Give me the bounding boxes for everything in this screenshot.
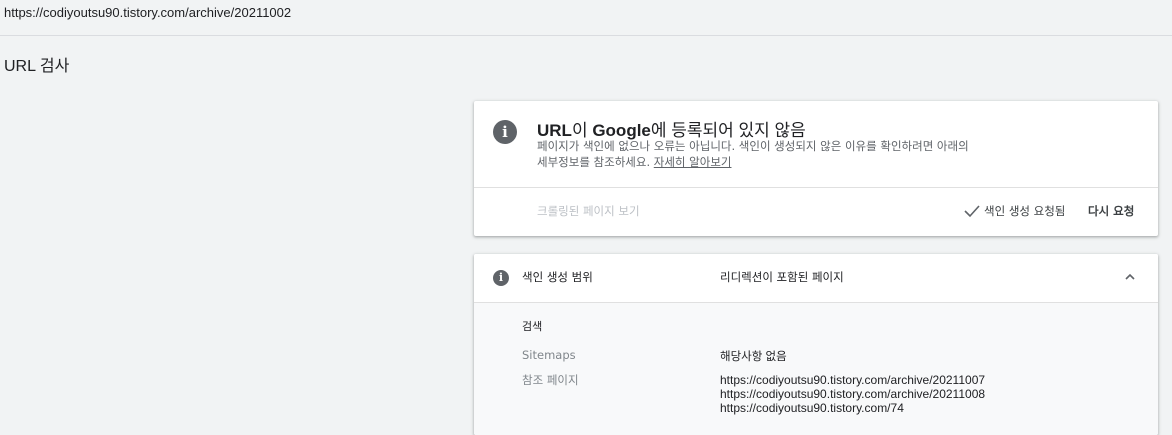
sitemaps-value: 해당사항 없음 — [720, 351, 787, 363]
indexing-requested-label: 색인 생성 요청됨 — [984, 204, 1066, 218]
page-title: URL 검사 — [4, 58, 70, 75]
section-heading-search: 검색 — [522, 320, 543, 333]
referring-page-url: https://codiyoutsu90.tistory.com/74 — [720, 401, 904, 415]
chevron-up-icon[interactable] — [1124, 272, 1136, 282]
referring-page-label: 참조 페이지 — [522, 373, 579, 387]
referring-page-url: https://codiyoutsu90.tistory.com/archive… — [720, 387, 986, 401]
status-description: 페이지가 색인에 없으나 오류는 아닙니다. 색인이 생성되지 않은 이유를 확… — [537, 138, 977, 170]
status-description-text: 페이지가 색인에 없으나 오류는 아닙니다. 색인이 생성되지 않은 이유를 확… — [537, 139, 969, 169]
coverage-details: 검색 Sitemaps 해당사항 없음 참조 페이지 https://codiy… — [474, 303, 1158, 435]
info-icon: i — [493, 120, 517, 144]
status-card: i URL이 Google에 등록되어 있지 않음 페이지가 색인에 없으나 오… — [474, 101, 1158, 236]
referring-page-url: https://codiyoutsu90.tistory.com/archive… — [720, 373, 986, 387]
coverage-header[interactable]: i 색인 생성 범위 리디렉션이 포함된 페이지 — [474, 254, 1158, 303]
coverage-label: 색인 생성 범위 — [522, 270, 593, 284]
check-icon — [964, 205, 980, 218]
learn-more-link[interactable]: 자세히 알아보기 — [654, 155, 732, 169]
indexing-requested-status: 색인 생성 요청됨 — [964, 203, 1065, 219]
coverage-card: i 색인 생성 범위 리디렉션이 포함된 페이지 검색 Sitemaps 해당사… — [474, 254, 1158, 435]
coverage-value: 리디렉션이 포함된 페이지 — [720, 270, 844, 284]
coverage-info-icon: i — [493, 270, 509, 286]
referring-page-list: https://codiyoutsu90.tistory.com/archive… — [720, 373, 985, 415]
view-crawled-page-button[interactable]: 크롤링된 페이지 보기 — [537, 203, 640, 219]
request-again-button[interactable]: 다시 요청 — [1088, 203, 1134, 219]
sitemaps-label: Sitemaps — [522, 348, 576, 362]
address-url[interactable]: https://codiyoutsu90.tistory.com/archive… — [4, 5, 291, 20]
card-divider — [474, 187, 1158, 188]
address-bar[interactable]: https://codiyoutsu90.tistory.com/archive… — [0, 0, 1172, 36]
